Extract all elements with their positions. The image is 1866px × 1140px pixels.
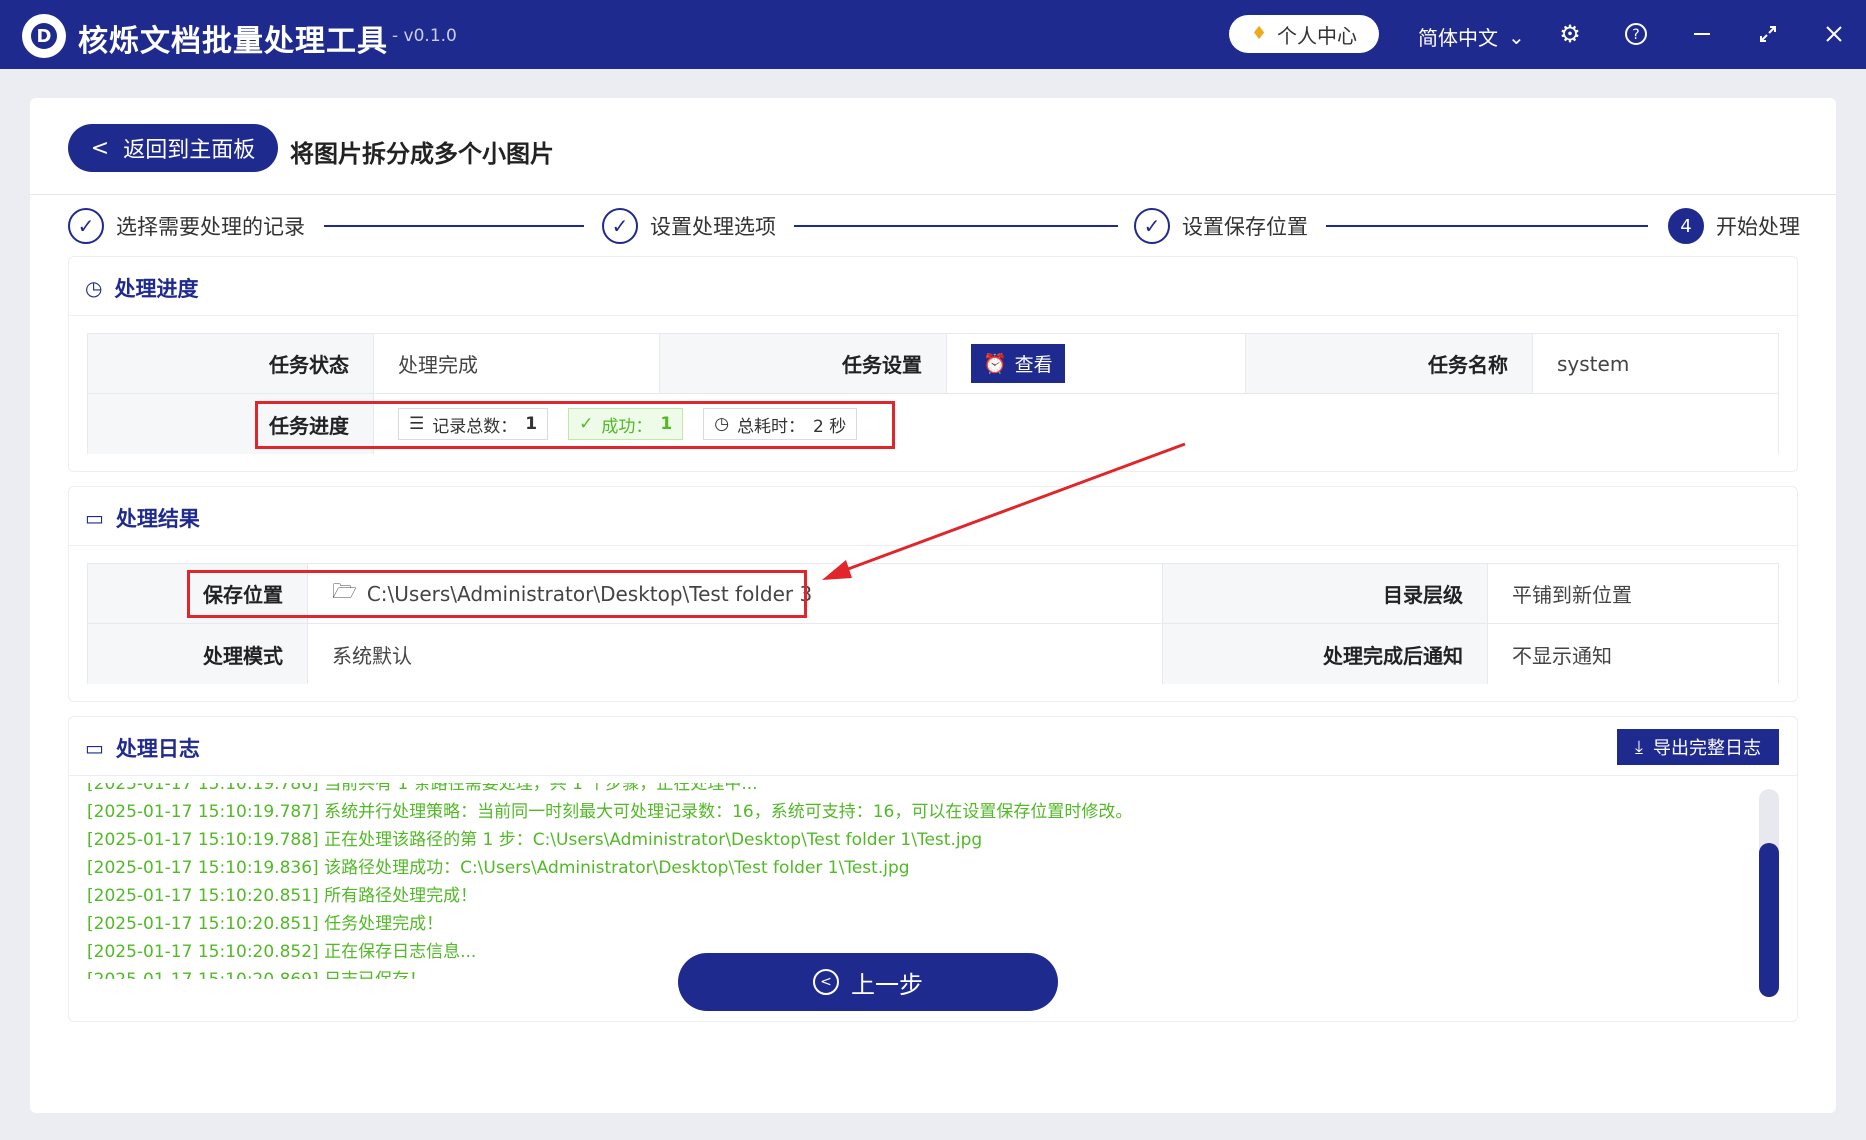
annotation-arrow xyxy=(822,442,1186,580)
